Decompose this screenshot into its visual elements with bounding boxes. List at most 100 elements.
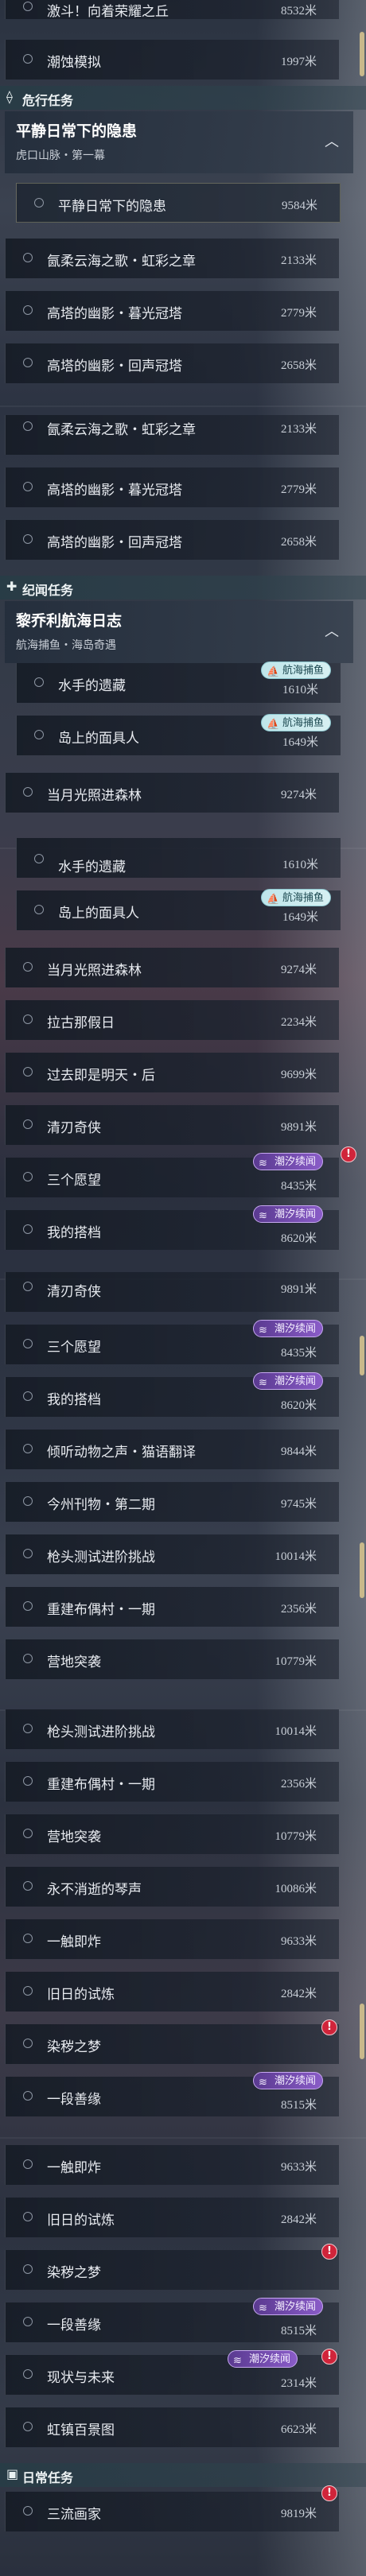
badge-label: 潮汐续闻 [274, 2301, 316, 2313]
circle-icon [23, 2091, 33, 2101]
task-group-liqiao[interactable]: 黎乔利航海日志 航海捕鱼・海岛奇遇 ︿ [5, 601, 353, 663]
task-row[interactable]: 高塔的幽影・回声冠塔 2658米 [5, 520, 339, 560]
task-row[interactable]: 岛上的面具人 1649米 ⛵ 航海捕鱼 [16, 714, 341, 755]
task-row[interactable]: 旧日的试炼 2842米 [5, 1972, 339, 2012]
task-row[interactable]: 染秽之梦 ! [5, 2244, 339, 2290]
task-name: 三个愿望 [47, 1340, 101, 1356]
task-row[interactable]: 氤柔云海之歌・虹彩之章 2133米 [5, 415, 339, 455]
task-name: 染秽之梦 [47, 2039, 101, 2055]
task-row[interactable]: 当月光照进森林 9274米 [5, 948, 339, 987]
task-name: 激斗！向着荣耀之丘 [47, 4, 169, 20]
circle-icon [23, 2317, 33, 2326]
task-row[interactable]: 营地突袭 10779米 [5, 1814, 339, 1854]
task-row[interactable]: 染秽之梦 ! [5, 2019, 339, 2064]
section-title: 纪闻任务 [22, 583, 74, 598]
task-name: 拉古那假日 [47, 1015, 115, 1031]
task-row[interactable]: 旧日的试炼 2842米 [5, 2198, 339, 2237]
task-distance: 10086米 [274, 1883, 317, 1895]
scrollbar-thumb[interactable] [360, 2004, 364, 2059]
task-distance: 2779米 [280, 307, 317, 320]
task-name: 倾听动物之声・猫语翻译 [47, 1445, 196, 1461]
task-row[interactable]: 清刃奇侠 9891米 [5, 1272, 339, 1312]
task-row[interactable]: 三个愿望 8435米 ≋ 潮汐续闻 ! [5, 1146, 356, 1197]
task-row[interactable]: 一触即炸 9633米 [5, 1919, 339, 1959]
task-group-pingjing[interactable]: 平静日常下的隐患 虎口山脉・第一幕 ︿ [5, 111, 353, 173]
task-row[interactable]: 枪头测试进阶挑战 10014米 [5, 1709, 339, 1749]
chevron-up-icon[interactable]: ︿ [325, 130, 339, 151]
task-row[interactable]: 一段善缘 8515米 ≋ 潮汐续闻 [5, 2072, 339, 2116]
scrollbar-thumb[interactable] [360, 1336, 364, 1375]
section-legend-tasks: ✚ 纪闻任务 [0, 576, 366, 599]
task-row[interactable]: 重建布偶村・一期 2356米 [5, 1587, 339, 1627]
badge-label: 潮汐续闻 [274, 1375, 316, 1387]
alert-icon: ! [341, 1146, 356, 1162]
task-row[interactable]: 永不消逝的琴声 10086米 [5, 1867, 339, 1907]
task-name: 一触即炸 [47, 2160, 101, 2176]
circle-icon [23, 2212, 33, 2221]
task-row[interactable]: 潮蚀模拟 1997米 [5, 40, 339, 80]
task-row[interactable]: 三流画家 9819米 ! [5, 2485, 339, 2531]
task-name: 过去即是明天・后 [47, 1068, 155, 1084]
task-row[interactable]: 现状与未来 2314米 ≋ 潮汐续闻 ! [5, 2349, 339, 2395]
scrollbar-thumb[interactable] [360, 1542, 364, 1598]
circle-icon [23, 1282, 33, 1291]
task-name: 岛上的面具人 [58, 731, 139, 747]
task-row[interactable]: 一触即炸 9633米 [5, 2145, 339, 2185]
calendar-icon: ▣ [6, 2466, 19, 2481]
circle-icon [34, 905, 44, 914]
task-list-panel[interactable]: 激斗！向着荣耀之丘 8532米 潮蚀模拟 1997米 ⟠ 危行任务 平静日常下的… [0, 0, 366, 2576]
task-row[interactable]: 氤柔云海之歌・虹彩之章 2133米 [5, 239, 339, 278]
circle-icon [23, 1829, 33, 1838]
task-name: 染秽之梦 [47, 2265, 101, 2281]
task-distance: 8435米 [280, 1347, 317, 1360]
task-row[interactable]: 水手的遗藏 1610米 ⛵ 航海捕鱼 [16, 661, 341, 703]
task-row[interactable]: 今州刊物・第二期 9745米 [5, 1482, 339, 1522]
wave-icon: ≋ [258, 2302, 267, 2314]
task-row[interactable]: 清刃奇侠 9891米 [5, 1105, 339, 1145]
task-row[interactable]: 高塔的幽影・回声冠塔 2658米 [5, 343, 339, 383]
task-name: 高塔的幽影・暮光冠塔 [47, 306, 182, 322]
task-row-selected[interactable]: 平静日常下的隐患 9584米 [16, 183, 341, 223]
scrollbar-thumb[interactable] [360, 32, 364, 76]
task-row[interactable]: 重建布偶村・一期 2356米 [5, 1762, 339, 1802]
chevron-up-icon[interactable]: ︿ [325, 620, 339, 641]
task-row[interactable]: 水手的遗藏 1610米 [16, 838, 341, 878]
group-subtitle: 航海捕鱼・海岛奇遇 [16, 639, 116, 652]
boat-icon: ⛵ [266, 719, 280, 731]
task-row[interactable]: 高塔的幽影・暮光冠塔 2779米 [5, 467, 339, 507]
task-name: 一段善缘 [47, 2092, 101, 2108]
task-row[interactable]: 虹镇百景图 6623米 [5, 2407, 339, 2447]
task-row[interactable]: 拉古那假日 2234米 [5, 1000, 339, 1040]
task-distance: 2779米 [280, 483, 317, 496]
circle-icon [23, 1654, 33, 1663]
circle-icon [23, 1339, 33, 1348]
task-row[interactable]: 岛上的面具人 1649米 ⛵ 航海捕鱼 [16, 889, 341, 930]
circle-icon [23, 1601, 33, 1611]
task-row[interactable]: 我的搭档 8620米 ≋ 潮汐续闻 [5, 1372, 339, 1417]
task-row[interactable]: 我的搭档 8620米 ≋ 潮汐续闻 [5, 1205, 339, 1250]
tide-sequel-badge: ≋ 潮汐续闻 [252, 1372, 323, 1390]
task-row[interactable]: 倾听动物之声・猫语翻译 9844米 [5, 1430, 339, 1469]
task-distance: 1610米 [282, 684, 318, 696]
tide-sequel-badge: ≋ 潮汐续闻 [252, 1205, 323, 1223]
task-row[interactable]: 三个愿望 8435米 ≋ 潮汐续闻 [5, 1320, 339, 1364]
circle-icon [23, 2039, 33, 2048]
task-row[interactable]: 营地突袭 10779米 [5, 1639, 339, 1679]
task-distance: 9584米 [281, 200, 317, 212]
task-name: 氤柔云海之歌・虹彩之章 [47, 254, 196, 270]
circle-icon [23, 253, 33, 262]
task-row[interactable]: 过去即是明天・后 9699米 [5, 1053, 339, 1092]
task-name: 当月光照进森林 [47, 963, 142, 979]
task-distance: 9699米 [280, 1069, 317, 1081]
task-row[interactable]: 高塔的幽影・暮光冠塔 2779米 [5, 291, 339, 331]
task-name: 一段善缘 [47, 2318, 101, 2334]
task-row[interactable]: 一段善缘 8515米 ≋ 潮汐续闻 [5, 2298, 339, 2342]
task-distance: 9274米 [280, 964, 317, 976]
task-row[interactable]: 激斗！向着荣耀之丘 8532米 [5, 0, 339, 20]
circle-icon [23, 2506, 33, 2516]
task-row[interactable]: 当月光照进森林 9274米 [5, 773, 339, 813]
task-distance: 2133米 [280, 254, 317, 267]
task-distance: 8620米 [280, 1232, 317, 1245]
task-distance: 2842米 [280, 1988, 317, 2000]
task-row[interactable]: 枪头测试进阶挑战 10014米 [5, 1534, 339, 1574]
